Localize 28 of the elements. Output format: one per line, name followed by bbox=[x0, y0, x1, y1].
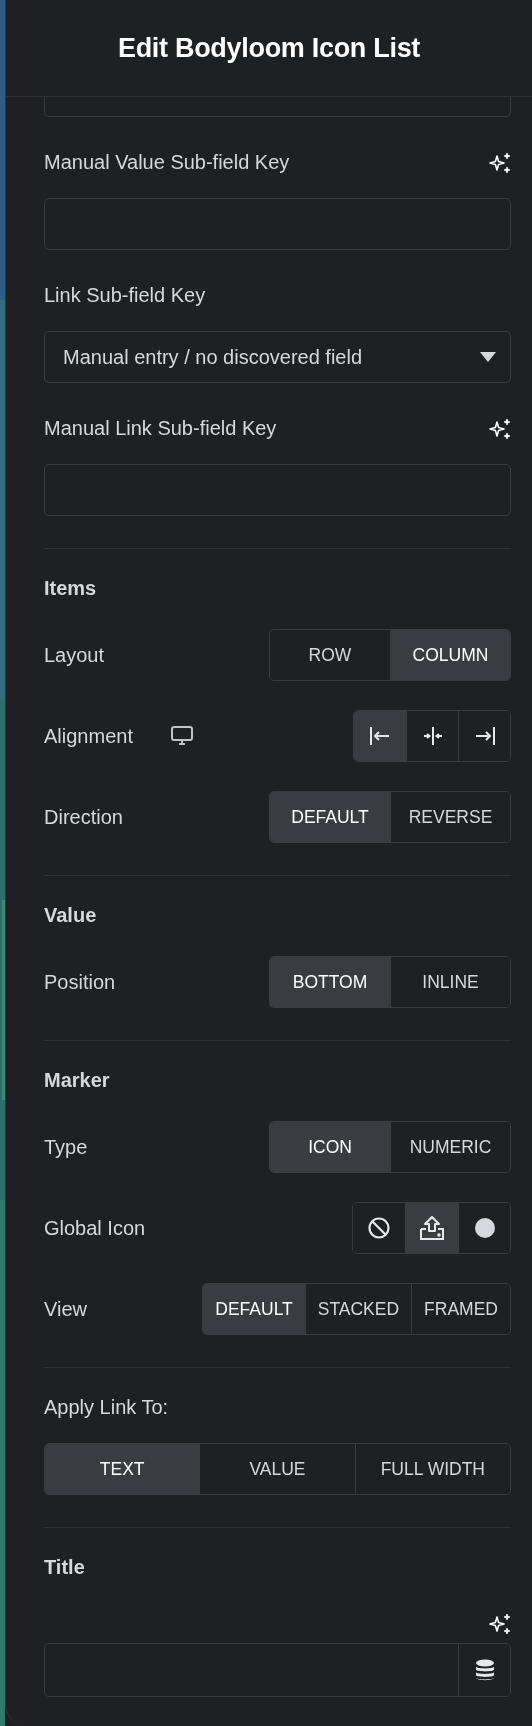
field-label: Alignment bbox=[44, 724, 133, 748]
segment-option[interactable]: INLINE bbox=[390, 957, 510, 1007]
panel-title: Edit Bodyloom Icon List bbox=[117, 32, 421, 64]
field-label: Link Sub-field Key bbox=[44, 284, 206, 307]
field-label: Manual Value Sub-field Key bbox=[44, 151, 290, 174]
segment-option[interactable]: NUMERIC bbox=[390, 1122, 510, 1172]
section-heading: Title bbox=[44, 1556, 86, 1579]
select-field[interactable]: Manual entry / no discovered field bbox=[44, 331, 511, 383]
segment-option[interactable]: FULL WIDTH bbox=[354, 1444, 510, 1494]
field-label: Position bbox=[44, 970, 116, 994]
segment-option[interactable]: COLUMN bbox=[390, 630, 510, 680]
field-label: Global Icon bbox=[44, 1216, 146, 1240]
field-label: Apply Link To: bbox=[44, 1396, 169, 1419]
segment-option[interactable]: REVERSE bbox=[390, 792, 510, 842]
section-heading: Value bbox=[44, 904, 98, 927]
field-label: Manual Link Sub-field Key bbox=[44, 417, 277, 440]
segment-option[interactable]: DEFAULT bbox=[203, 1284, 305, 1334]
section-heading: Items bbox=[44, 577, 98, 600]
segment-option[interactable]: ICON bbox=[270, 1122, 390, 1172]
segment-option[interactable]: BOTTOM bbox=[270, 957, 390, 1007]
field-label: View bbox=[44, 1297, 87, 1321]
field-label: Layout bbox=[44, 643, 105, 667]
segment-option[interactable]: FRAMED bbox=[411, 1284, 510, 1334]
section-heading: Marker bbox=[44, 1069, 111, 1092]
segment-option[interactable]: TEXT bbox=[45, 1444, 200, 1494]
field-label: Direction bbox=[44, 805, 123, 829]
segment-option[interactable]: DEFAULT bbox=[270, 792, 390, 842]
field-label: Type bbox=[44, 1135, 88, 1159]
